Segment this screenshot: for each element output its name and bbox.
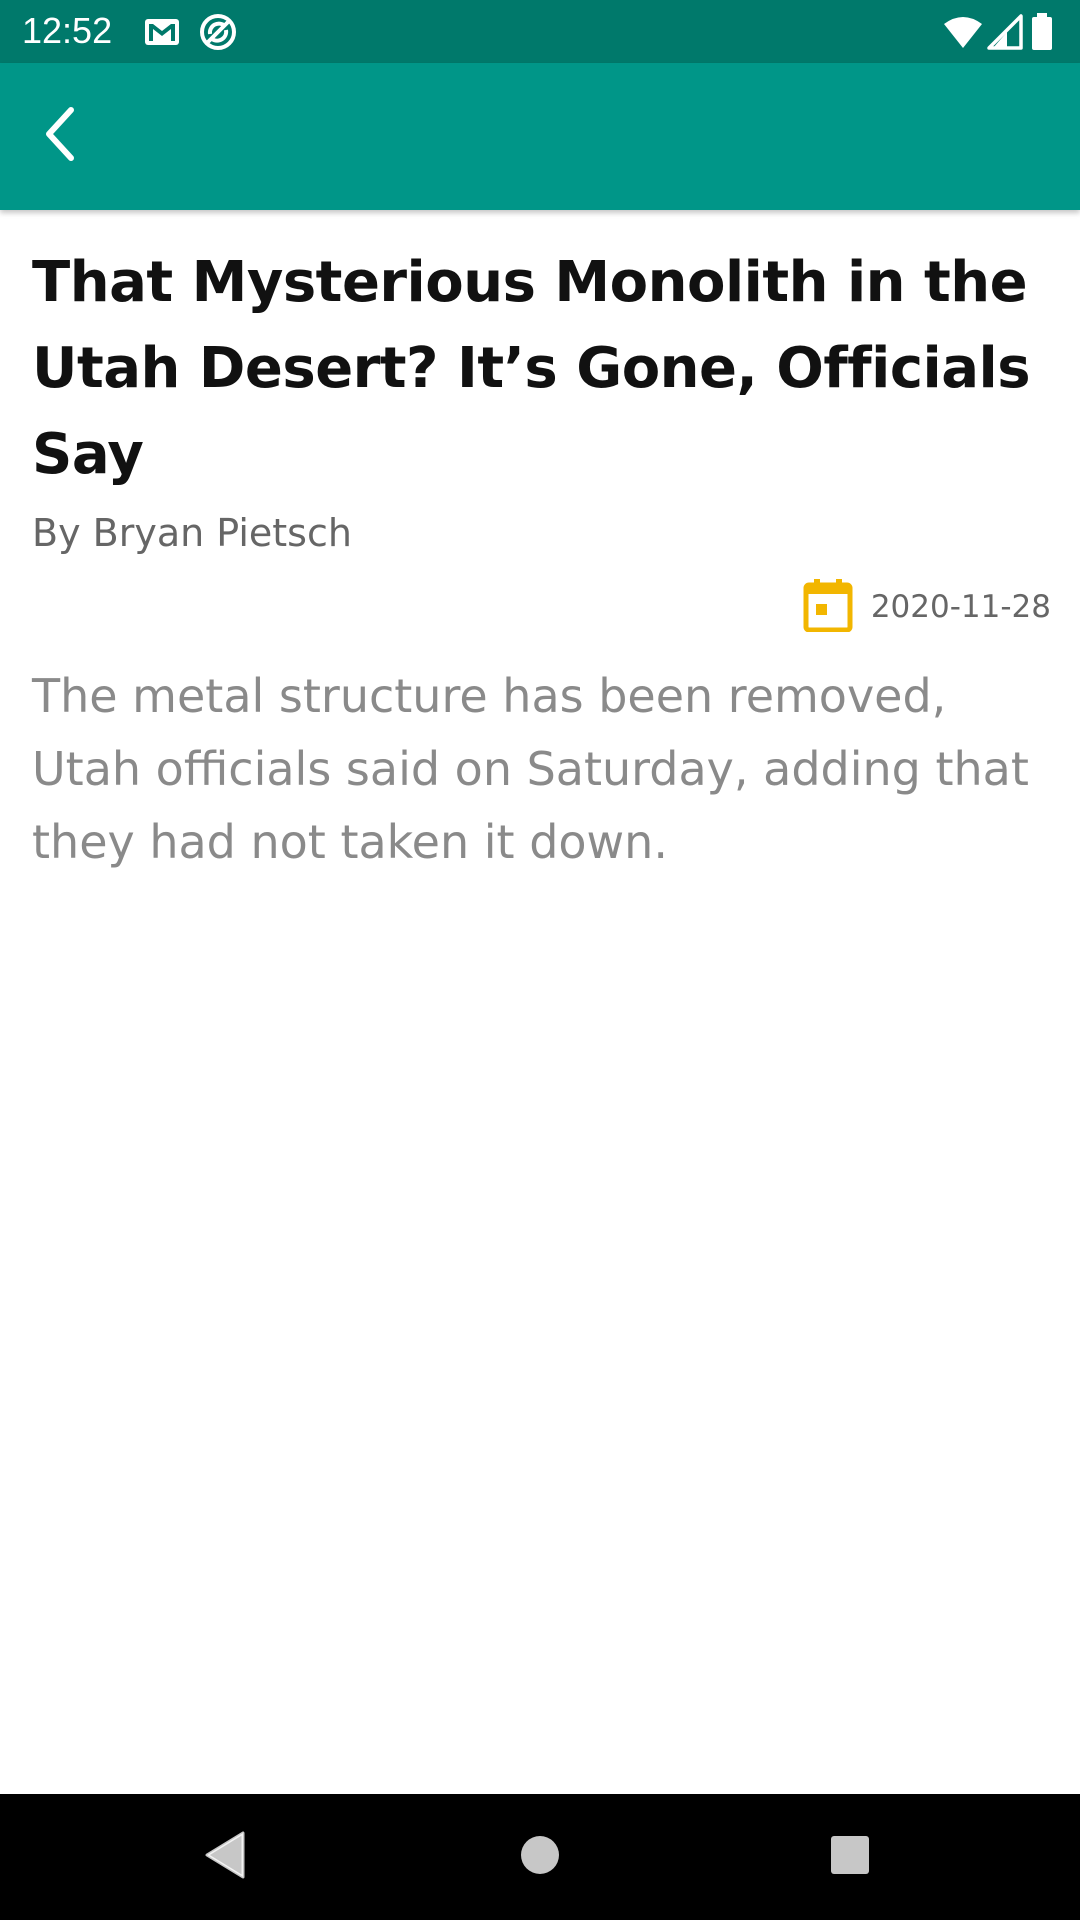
recents-square-icon bbox=[830, 1835, 870, 1879]
article-byline: By Bryan Pietsch bbox=[32, 511, 352, 555]
gmail-icon bbox=[142, 12, 182, 52]
app-bar bbox=[0, 63, 1080, 210]
nav-back-button[interactable] bbox=[195, 1827, 255, 1887]
article-summary: The metal structure has been removed, Ut… bbox=[32, 669, 1029, 869]
back-triangle-icon bbox=[203, 1831, 247, 1883]
wifi-icon bbox=[943, 12, 983, 52]
date-container: 2020-11-28 bbox=[803, 578, 1051, 636]
battery-icon bbox=[1028, 12, 1056, 52]
article-content: That Mysterious Monolith in the Utah Des… bbox=[32, 240, 1052, 879]
calendar-icon bbox=[803, 578, 853, 636]
article-date: 2020-11-28 bbox=[870, 589, 1051, 625]
screen: 12:52 That Mysterious Monolith in the Ut… bbox=[0, 0, 1080, 1920]
signal-icon bbox=[985, 12, 1025, 52]
nav-recents-button[interactable] bbox=[820, 1827, 880, 1887]
home-circle-icon bbox=[520, 1835, 560, 1879]
sync-icon bbox=[198, 12, 238, 52]
navigation-bar bbox=[0, 1794, 1080, 1920]
date-row: 2020-11-28 bbox=[32, 578, 1052, 648]
nav-home-button[interactable] bbox=[510, 1827, 570, 1887]
back-button[interactable] bbox=[20, 95, 102, 177]
status-time: 12:52 bbox=[22, 10, 113, 51]
article-title: That Mysterious Monolith in the Utah Des… bbox=[32, 250, 1031, 487]
status-bar: 12:52 bbox=[0, 0, 1080, 63]
chevron-left-icon bbox=[39, 106, 83, 166]
